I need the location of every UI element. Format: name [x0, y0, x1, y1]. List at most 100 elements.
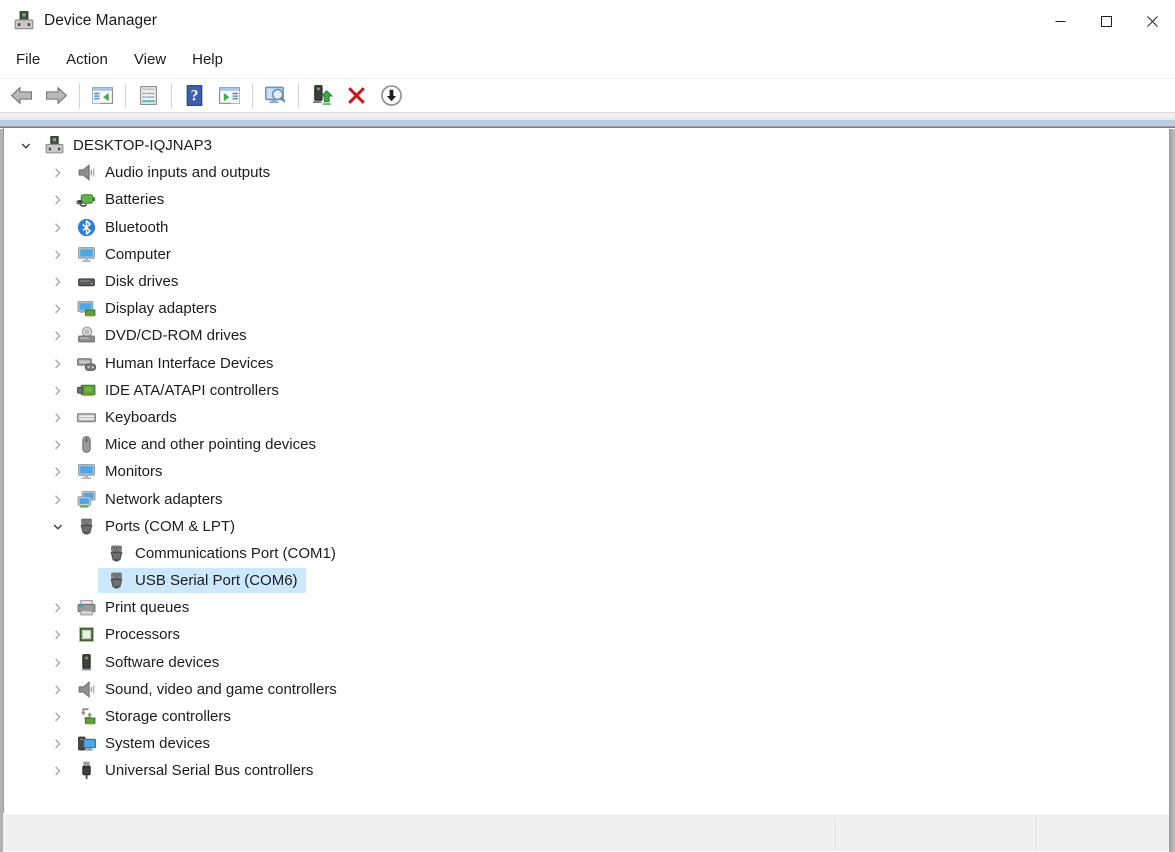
tree-item-processors[interactable]: Processors — [4, 621, 1169, 648]
chevron-collapsed-icon[interactable] — [46, 407, 68, 427]
chevron-collapsed-icon[interactable] — [46, 679, 68, 699]
toolbar-separator — [125, 83, 126, 109]
show-console-tree-button[interactable] — [86, 80, 119, 112]
tree-item-label: Software devices — [105, 654, 219, 671]
tree-item-usb-serial-port-com6[interactable]: USB Serial Port (COM6) — [4, 567, 1169, 594]
tree-item-mice-and-other-pointing-devices[interactable]: Mice and other pointing devices — [4, 431, 1169, 458]
tree-item-label: Batteries — [105, 191, 164, 208]
tree-item-system-devices[interactable]: System devices — [4, 730, 1169, 757]
chevron-collapsed-icon[interactable] — [46, 435, 68, 455]
chevron-collapsed-icon[interactable] — [46, 190, 68, 210]
scan-hardware-changes-button[interactable] — [259, 80, 292, 112]
tree-item-label: Monitors — [105, 463, 163, 480]
help-button[interactable] — [178, 80, 211, 112]
mouse-icon — [76, 434, 97, 455]
tree-item-network-adapters[interactable]: Network adapters — [4, 485, 1169, 512]
tree-item-computer[interactable]: Computer — [4, 241, 1169, 268]
window-controls — [1037, 0, 1175, 42]
tree-item-print-queues[interactable]: Print queues — [4, 594, 1169, 621]
chevron-collapsed-icon[interactable] — [46, 380, 68, 400]
tree-item-storage-controllers[interactable]: Storage controllers — [4, 703, 1169, 730]
menu-view[interactable]: View — [121, 42, 179, 78]
title-bar: Device Manager — [0, 0, 1175, 42]
serial-icon — [106, 543, 127, 564]
chevron-collapsed-icon[interactable] — [46, 761, 68, 781]
battery-icon — [76, 189, 97, 210]
update-driver-button[interactable] — [305, 80, 338, 112]
toolbar-separator — [171, 83, 172, 109]
tree-item-label: Mice and other pointing devices — [105, 436, 316, 453]
scan-hardware-icon — [263, 83, 288, 108]
tree-item-batteries[interactable]: Batteries — [4, 186, 1169, 213]
chevron-collapsed-icon[interactable] — [46, 163, 68, 183]
tree-item-label: Communications Port (COM1) — [135, 545, 336, 562]
storage-icon — [76, 706, 97, 727]
chevron-collapsed-icon[interactable] — [46, 217, 68, 237]
chevron-collapsed-icon[interactable] — [46, 489, 68, 509]
menu-file[interactable]: File — [3, 42, 53, 78]
tree-item-keyboards[interactable]: Keyboards — [4, 404, 1169, 431]
chevron-collapsed-icon[interactable] — [46, 326, 68, 346]
close-button[interactable] — [1129, 0, 1175, 42]
tree-item-disk-drives[interactable]: Disk drives — [4, 268, 1169, 295]
toolbar-separator — [79, 83, 80, 109]
window-title: Device Manager — [44, 12, 157, 30]
disk-icon — [76, 271, 97, 292]
tree-item-label: Processors — [105, 626, 180, 643]
close-icon — [1147, 16, 1158, 27]
tree-item-monitors[interactable]: Monitors — [4, 458, 1169, 485]
minimize-button[interactable] — [1037, 0, 1083, 42]
chevron-collapsed-icon[interactable] — [46, 299, 68, 319]
tree-item-display-adapters[interactable]: Display adapters — [4, 295, 1169, 322]
tree-item-desktop-iqjnap3[interactable]: DESKTOP-IQJNAP3 — [4, 132, 1169, 159]
back-button[interactable] — [5, 80, 38, 112]
computer-root-icon — [44, 135, 65, 156]
chevron-collapsed-icon[interactable] — [46, 272, 68, 292]
chevron-collapsed-icon[interactable] — [46, 353, 68, 373]
tree-item-universal-serial-bus-controllers[interactable]: Universal Serial Bus controllers — [4, 757, 1169, 784]
network-icon — [76, 489, 97, 510]
chevron-collapsed-icon[interactable] — [46, 625, 68, 645]
tree-item-audio-inputs-and-outputs[interactable]: Audio inputs and outputs — [4, 159, 1169, 186]
disable-device-button[interactable] — [375, 80, 408, 112]
chevron-collapsed-icon[interactable] — [46, 734, 68, 754]
device-manager-window: Device Manager File Action View Help — [0, 0, 1175, 852]
tree-item-communications-port-com1[interactable]: Communications Port (COM1) — [4, 540, 1169, 567]
help-icon — [182, 83, 207, 108]
back-icon — [9, 83, 34, 108]
menu-action[interactable]: Action — [53, 42, 121, 78]
tree-item-label: Sound, video and game controllers — [105, 681, 337, 698]
tree-item-label: Universal Serial Bus controllers — [105, 762, 313, 779]
chevron-collapsed-icon[interactable] — [46, 707, 68, 727]
properties-button[interactable] — [132, 80, 165, 112]
tree-item-label: Storage controllers — [105, 708, 231, 725]
audio-icon — [76, 679, 97, 700]
chevron-collapsed-icon[interactable] — [46, 244, 68, 264]
system-icon — [76, 733, 97, 754]
menu-bar: File Action View Help — [0, 42, 1175, 79]
tree-item-ide-ata-atapi-controllers[interactable]: IDE ATA/ATAPI controllers — [4, 377, 1169, 404]
tree-item-bluetooth[interactable]: Bluetooth — [4, 214, 1169, 241]
tree-item-sound-video-and-game-controllers[interactable]: Sound, video and game controllers — [4, 676, 1169, 703]
tree-item-software-devices[interactable]: Software devices — [4, 649, 1169, 676]
chevron-collapsed-icon[interactable] — [46, 652, 68, 672]
forward-button[interactable] — [40, 80, 73, 112]
chevron-collapsed-icon[interactable] — [46, 598, 68, 618]
show-action-pane-button[interactable] — [213, 80, 246, 112]
chevron-collapsed-icon[interactable] — [46, 462, 68, 482]
maximize-button[interactable] — [1083, 0, 1129, 42]
tree-item-human-interface-devices[interactable]: Human Interface Devices — [4, 350, 1169, 377]
chevron-expanded-icon[interactable] — [14, 136, 36, 156]
serial-icon — [76, 516, 97, 537]
tree-item-label: Network adapters — [105, 491, 223, 508]
menu-help[interactable]: Help — [179, 42, 236, 78]
tree-item-dvd-cd-rom-drives[interactable]: DVD/CD-ROM drives — [4, 322, 1169, 349]
uninstall-device-button[interactable] — [340, 80, 373, 112]
chevron-expanded-icon[interactable] — [46, 516, 68, 536]
chevron-spacer — [76, 543, 98, 563]
tree-item-ports-com-lpt[interactable]: Ports (COM & LPT) — [4, 513, 1169, 540]
device-manager-app-icon — [13, 10, 35, 32]
pane-split-band — [0, 113, 1175, 128]
action-pane-icon — [217, 83, 242, 108]
status-section-left — [3, 815, 835, 851]
